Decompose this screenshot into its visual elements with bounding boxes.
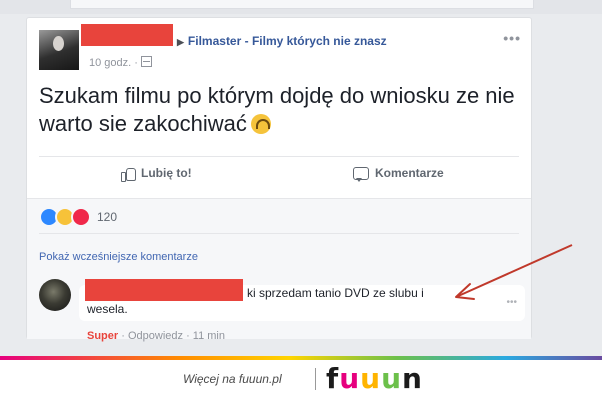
screenshot-area: ▶ Filmaster - Filmy których nie znasz 10 … [0, 0, 602, 356]
logo-letter: u [360, 362, 382, 395]
footer-separator [315, 368, 316, 390]
rainbow-footer-bar [0, 356, 602, 360]
footer-link[interactable]: Więcej na fuuun.pl [183, 372, 282, 386]
annotation-arrow [455, 244, 573, 300]
logo-letter: f [326, 362, 340, 395]
logo-letter: u [339, 362, 361, 395]
logo-letter: u [381, 362, 402, 395]
fuuun-logo[interactable]: fuuun [326, 362, 423, 395]
logo-letter: n [402, 362, 423, 395]
